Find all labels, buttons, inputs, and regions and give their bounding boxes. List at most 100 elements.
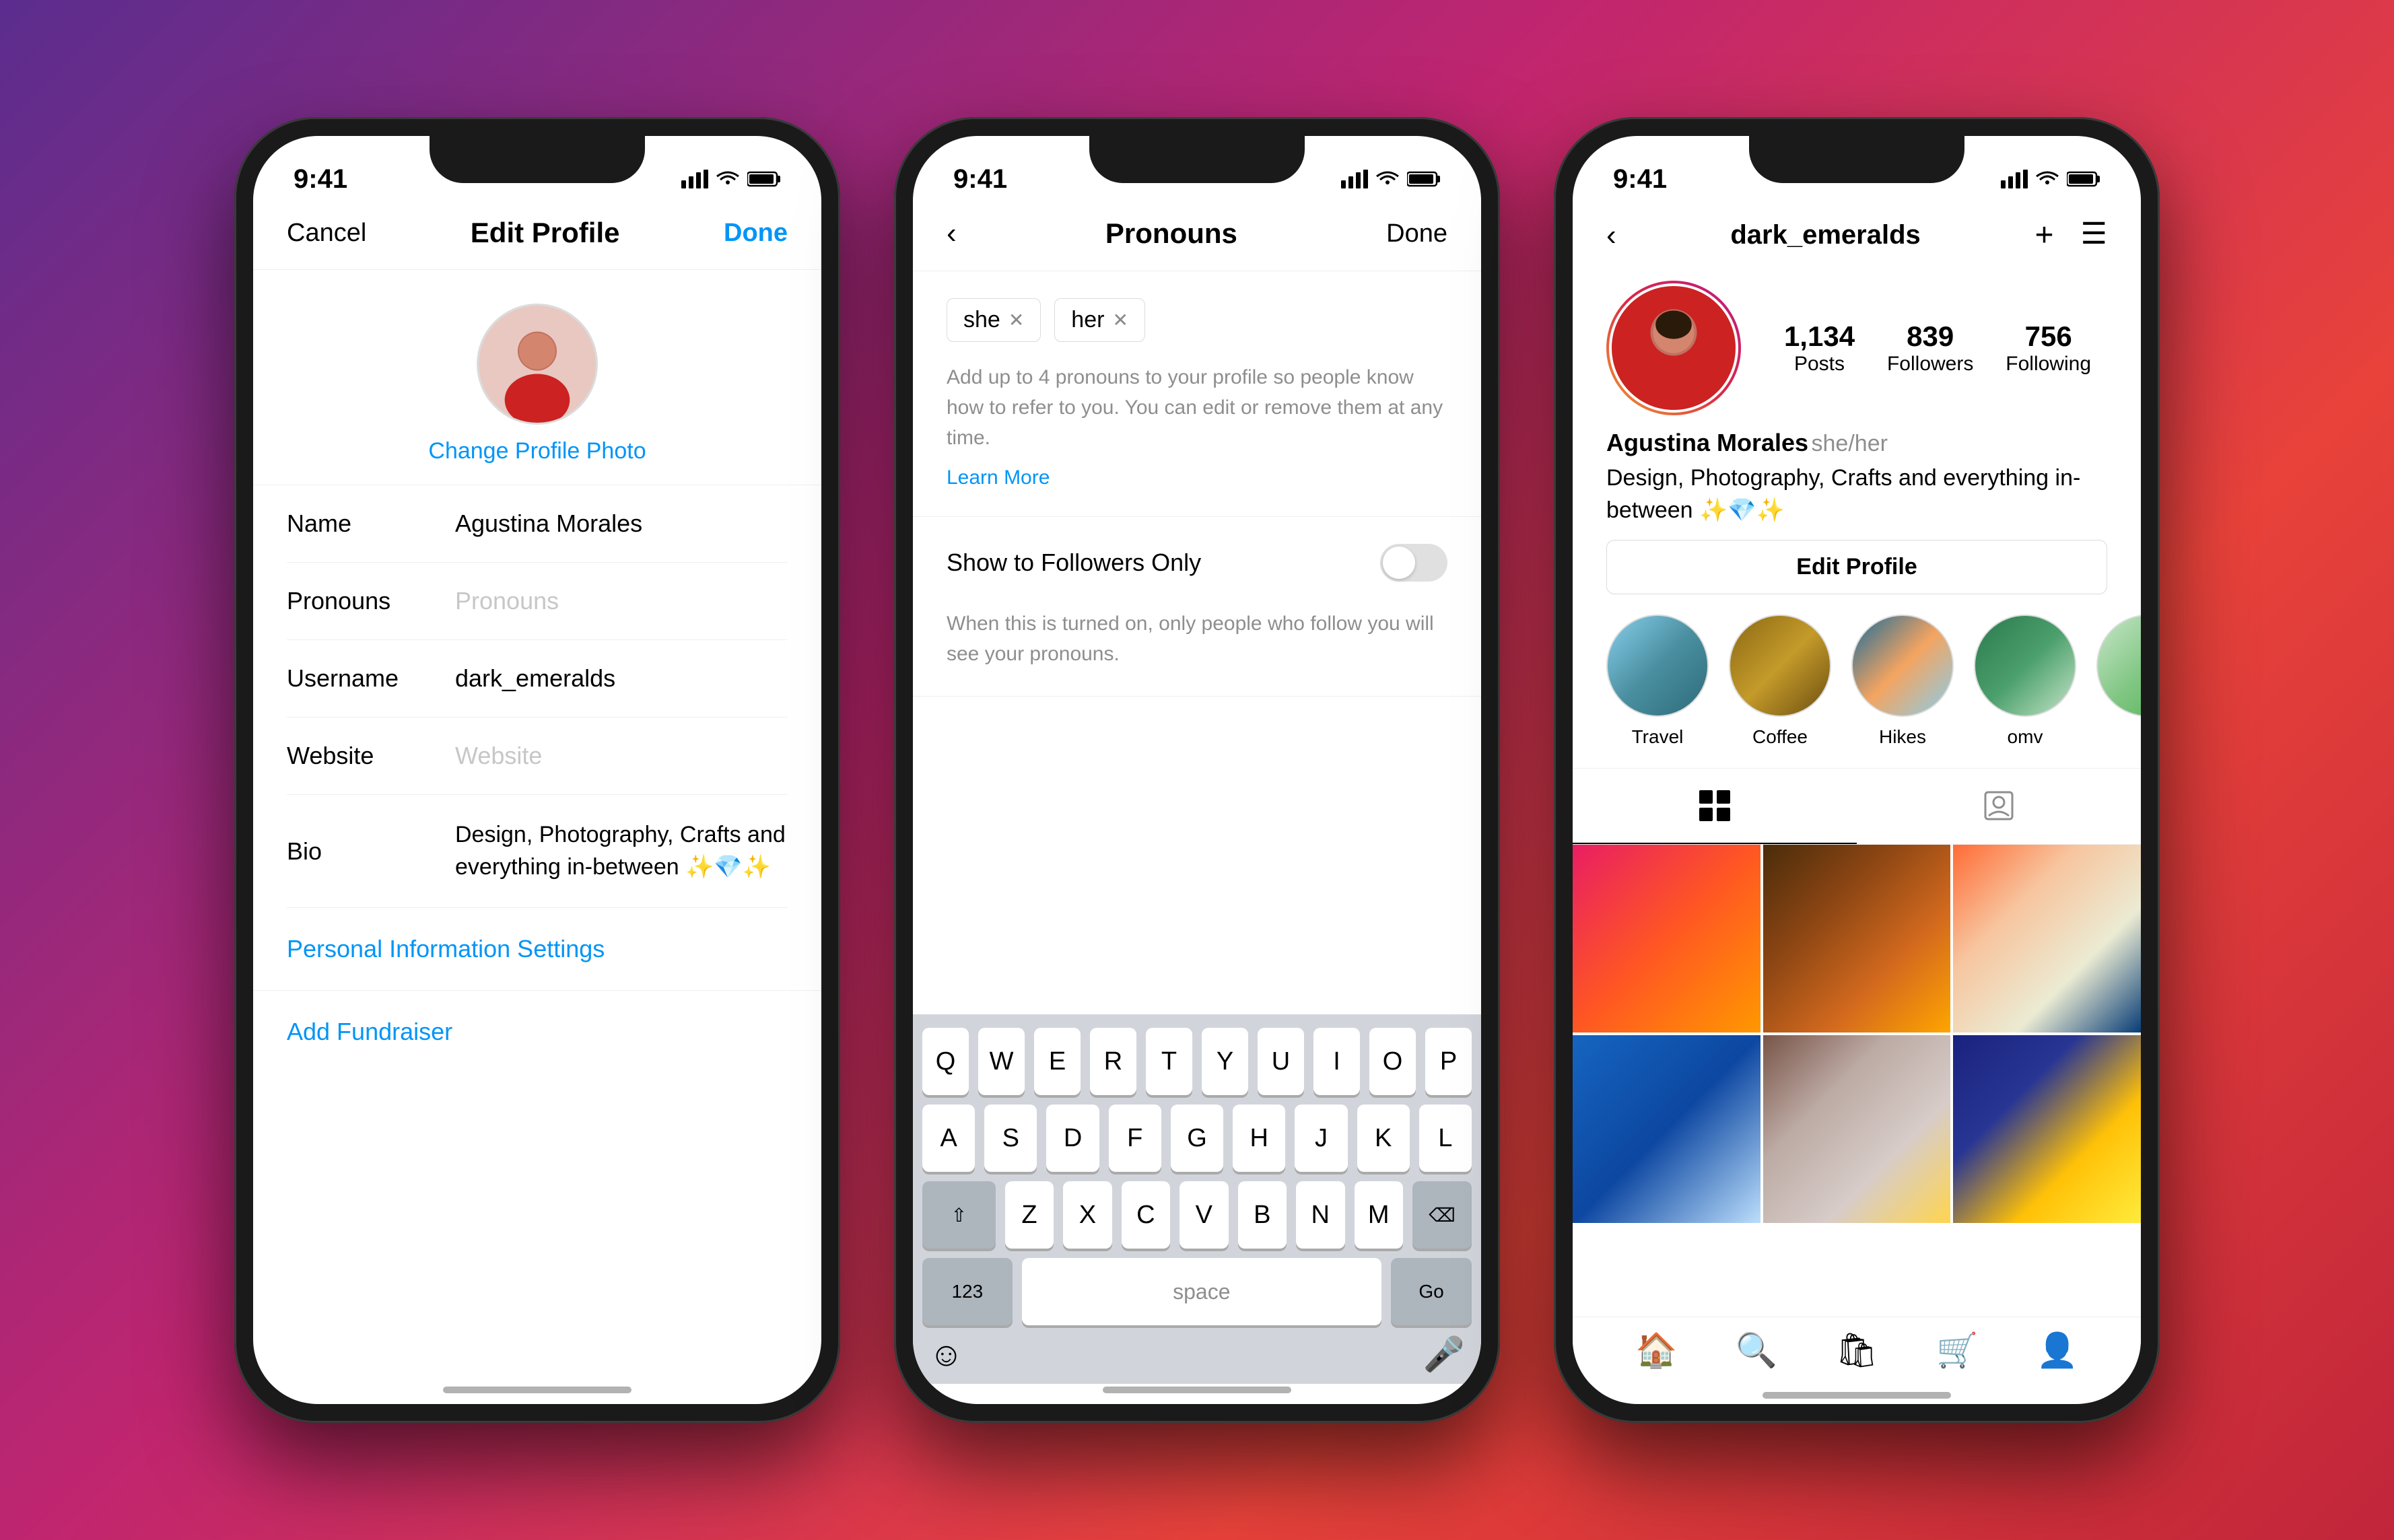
name-label: Name	[287, 510, 435, 538]
cancel-button[interactable]: Cancel	[287, 219, 366, 248]
personal-info-link[interactable]: Personal Information Settings	[253, 908, 821, 991]
signal-icon	[681, 170, 708, 188]
story-travel[interactable]: Travel	[1606, 615, 1709, 748]
pronouns-value: Pronouns	[455, 587, 559, 615]
profile-avatar-large[interactable]	[1606, 281, 1741, 415]
battery-icon	[747, 170, 781, 188]
key-c[interactable]: C	[1122, 1181, 1170, 1249]
pronoun-tag-she[interactable]: she ✕	[947, 298, 1041, 342]
done-button[interactable]: Done	[724, 219, 788, 248]
tag-her-remove[interactable]: ✕	[1112, 309, 1128, 331]
phone-2: 9:41	[894, 117, 1500, 1423]
story-travel-label: Travel	[1632, 726, 1684, 748]
key-k[interactable]: K	[1357, 1105, 1410, 1172]
username-field[interactable]: Username dark_emeralds	[287, 640, 788, 718]
story-omv[interactable]: omv	[1974, 615, 2076, 748]
name-field[interactable]: Name Agustina Morales	[287, 485, 788, 563]
posts-label: Posts	[1794, 353, 1845, 376]
key-l[interactable]: L	[1419, 1105, 1472, 1172]
key-delete[interactable]: ⌫	[1412, 1181, 1472, 1249]
key-q[interactable]: Q	[922, 1028, 969, 1095]
change-photo-link[interactable]: Change Profile Photo	[428, 438, 646, 464]
key-w[interactable]: W	[978, 1028, 1025, 1095]
key-d[interactable]: D	[1046, 1105, 1099, 1172]
battery-icon-3	[2067, 170, 2100, 188]
key-e[interactable]: E	[1034, 1028, 1081, 1095]
key-m[interactable]: M	[1355, 1181, 1403, 1249]
key-t[interactable]: T	[1146, 1028, 1192, 1095]
battery-icon-2	[1407, 170, 1441, 188]
edit-profile-title: Edit Profile	[471, 217, 620, 249]
story-highlights: Travel Coffee Hikes omv C	[1573, 615, 2141, 768]
nav-home[interactable]: 🏠	[1635, 1331, 1677, 1370]
story-c[interactable]: C	[2096, 615, 2141, 748]
status-time-3: 9:41	[1613, 164, 1667, 195]
tag-she-remove[interactable]: ✕	[1008, 309, 1024, 331]
back-button-2[interactable]: ‹	[947, 217, 957, 250]
bio-field[interactable]: Bio Design, Photography, Crafts and ever…	[287, 795, 788, 908]
nav-shop[interactable]: 🛍	[1835, 1331, 1878, 1370]
add-icon[interactable]: +	[2035, 217, 2054, 254]
key-space[interactable]: space	[1022, 1258, 1381, 1325]
learn-more-link[interactable]: Learn More	[913, 466, 1481, 516]
tagged-tab[interactable]	[1857, 769, 2141, 844]
pronoun-tag-her[interactable]: her ✕	[1054, 298, 1145, 342]
story-coffee-circle	[1729, 615, 1831, 717]
key-v[interactable]: V	[1179, 1181, 1228, 1249]
avatar[interactable]	[477, 304, 598, 425]
home-indicator-2	[1103, 1387, 1291, 1393]
key-f[interactable]: F	[1109, 1105, 1161, 1172]
back-button-3[interactable]: ‹	[1606, 219, 1616, 252]
grid-item-4[interactable]	[1573, 1035, 1760, 1223]
key-b[interactable]: B	[1238, 1181, 1287, 1249]
nav-profile[interactable]: 👤	[2037, 1331, 2078, 1370]
key-p[interactable]: P	[1425, 1028, 1472, 1095]
key-y[interactable]: Y	[1202, 1028, 1248, 1095]
tag-her-text: her	[1071, 307, 1104, 333]
story-coffee-label: Coffee	[1752, 726, 1808, 748]
key-j[interactable]: J	[1295, 1105, 1347, 1172]
story-hikes[interactable]: Hikes	[1851, 615, 1954, 748]
menu-icon[interactable]: ☰	[2081, 217, 2107, 254]
key-s[interactable]: S	[984, 1105, 1037, 1172]
keyboard: Q W E R T Y U I O P A S D F G H J K L	[913, 1014, 1481, 1384]
story-omv-label: omv	[2008, 726, 2043, 748]
nav-search[interactable]: 🔍	[1736, 1331, 1777, 1370]
mic-button[interactable]: 🎤	[1423, 1335, 1465, 1374]
website-value: Website	[455, 742, 542, 770]
key-g[interactable]: G	[1171, 1105, 1223, 1172]
key-h[interactable]: H	[1233, 1105, 1285, 1172]
key-a[interactable]: A	[922, 1105, 975, 1172]
followers-toggle[interactable]	[1380, 544, 1447, 582]
key-o[interactable]: O	[1369, 1028, 1416, 1095]
keyboard-row-2: A S D F G H J K L	[922, 1105, 1472, 1172]
grid-item-1[interactable]	[1573, 845, 1760, 1032]
pronouns-field[interactable]: Pronouns Pronouns	[287, 563, 788, 640]
grid-item-6[interactable]	[1953, 1035, 2141, 1223]
key-i[interactable]: I	[1313, 1028, 1360, 1095]
notch-1	[430, 136, 645, 183]
key-go[interactable]: Go	[1391, 1258, 1472, 1325]
website-field[interactable]: Website Website	[287, 718, 788, 795]
key-n[interactable]: N	[1296, 1181, 1344, 1249]
key-r[interactable]: R	[1090, 1028, 1136, 1095]
pronouns-done-button[interactable]: Done	[1386, 219, 1447, 248]
add-fundraiser-link[interactable]: Add Fundraiser	[253, 991, 821, 1073]
nav-cart[interactable]: 🛒	[1936, 1331, 1978, 1370]
key-x[interactable]: X	[1063, 1181, 1112, 1249]
key-123[interactable]: 123	[922, 1258, 1013, 1325]
key-u[interactable]: U	[1258, 1028, 1304, 1095]
grid-item-3[interactable]	[1953, 845, 2141, 1032]
emoji-button[interactable]: ☺	[929, 1335, 963, 1374]
followers-count: 839	[1907, 320, 1954, 353]
following-label: Following	[2006, 353, 2091, 376]
tag-she-text: she	[963, 307, 1000, 333]
story-omv-circle	[1974, 615, 2076, 717]
key-shift[interactable]: ⇧	[922, 1181, 996, 1249]
key-z[interactable]: Z	[1005, 1181, 1054, 1249]
edit-profile-button[interactable]: Edit Profile	[1606, 540, 2107, 594]
grid-item-2[interactable]	[1763, 845, 1951, 1032]
grid-tab[interactable]	[1573, 769, 1857, 844]
grid-item-5[interactable]	[1763, 1035, 1951, 1223]
story-coffee[interactable]: Coffee	[1729, 615, 1831, 748]
